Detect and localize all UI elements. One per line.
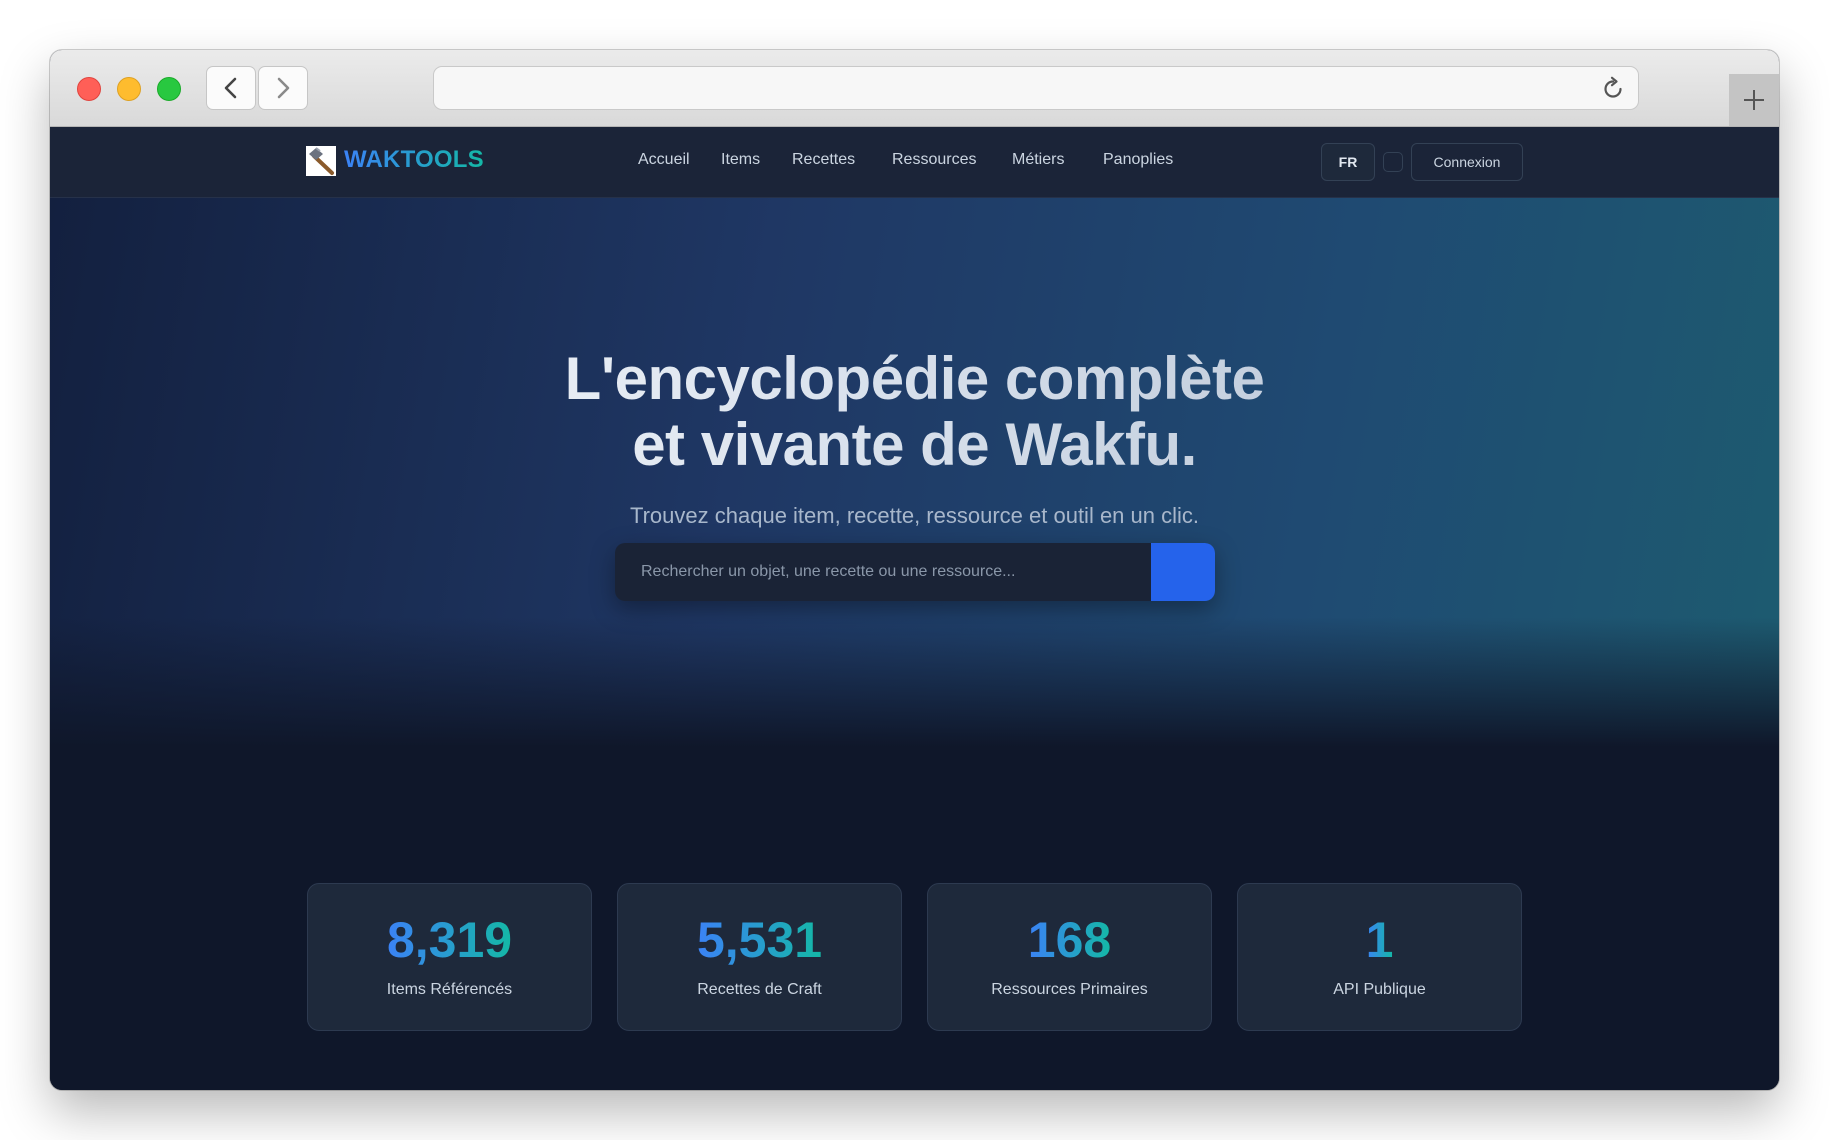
reload-icon[interactable] xyxy=(1600,76,1626,102)
search-button[interactable] xyxy=(1151,543,1215,601)
back-button[interactable] xyxy=(206,66,256,110)
stat-card-api: 1 API Publique xyxy=(1237,883,1522,1031)
stat-value: 1 xyxy=(1365,912,1394,968)
minimize-window-button[interactable] xyxy=(117,77,141,101)
chevron-right-icon xyxy=(277,77,290,99)
stat-label: Ressources Primaires xyxy=(991,981,1148,998)
site-header: WAKTOOLS Accueil Items Recettes Ressourc… xyxy=(50,127,1779,198)
nav-link-panoplies[interactable]: Panoplies xyxy=(1103,151,1173,169)
stat-label: Items Référencés xyxy=(386,981,513,998)
nav-link-accueil[interactable]: Accueil xyxy=(638,151,690,169)
stat-label: API Publique xyxy=(1333,981,1426,998)
stat-value: 8,319 xyxy=(386,912,513,968)
hero-title: L'encyclopédie complète et vivante de Wa… xyxy=(50,346,1779,478)
search-bar xyxy=(615,543,1215,601)
stat-label: Recettes de Craft xyxy=(697,981,822,998)
stat-value: 5,531 xyxy=(696,912,823,968)
chevron-left-icon xyxy=(224,77,237,99)
hero-section: L'encyclopédie complète et vivante de Wa… xyxy=(50,197,1779,747)
nav-link-recettes[interactable]: Recettes xyxy=(792,151,855,169)
stat-card-items: 8,319 Items Référencés xyxy=(307,883,592,1031)
plus-icon xyxy=(1744,90,1764,110)
hero-subtitle: Trouvez chaque item, recette, ressource … xyxy=(629,503,1199,528)
new-tab-button[interactable] xyxy=(1729,74,1779,126)
login-button[interactable]: Connexion xyxy=(1411,143,1523,181)
hammer-icon[interactable] xyxy=(306,146,336,176)
nav-link-ressources[interactable]: Ressources xyxy=(892,151,976,169)
forward-button[interactable] xyxy=(258,66,308,110)
maximize-window-button[interactable] xyxy=(157,77,181,101)
language-selector[interactable]: FR xyxy=(1321,143,1375,181)
stat-value: 168 xyxy=(1027,912,1112,968)
hero-title-line-2: et vivante de Wakfu. xyxy=(50,412,1779,478)
brand-name[interactable]: WAKTOOLS xyxy=(344,146,484,174)
close-window-button[interactable] xyxy=(77,77,101,101)
address-bar[interactable] xyxy=(433,66,1639,110)
nav-link-items[interactable]: Items xyxy=(721,151,760,169)
web-page: WAKTOOLS Accueil Items Recettes Ressourc… xyxy=(50,127,1779,1090)
search-input[interactable] xyxy=(615,543,1151,601)
hero-title-line-1: L'encyclopédie complète xyxy=(50,346,1779,412)
nav-link-metiers[interactable]: Métiers xyxy=(1012,151,1064,169)
browser-toolbar xyxy=(50,50,1779,127)
theme-toggle[interactable] xyxy=(1383,152,1403,172)
stat-card-resources: 168 Ressources Primaires xyxy=(927,883,1212,1031)
browser-window: WAKTOOLS Accueil Items Recettes Ressourc… xyxy=(50,50,1779,1090)
stat-card-recipes: 5,531 Recettes de Craft xyxy=(617,883,902,1031)
